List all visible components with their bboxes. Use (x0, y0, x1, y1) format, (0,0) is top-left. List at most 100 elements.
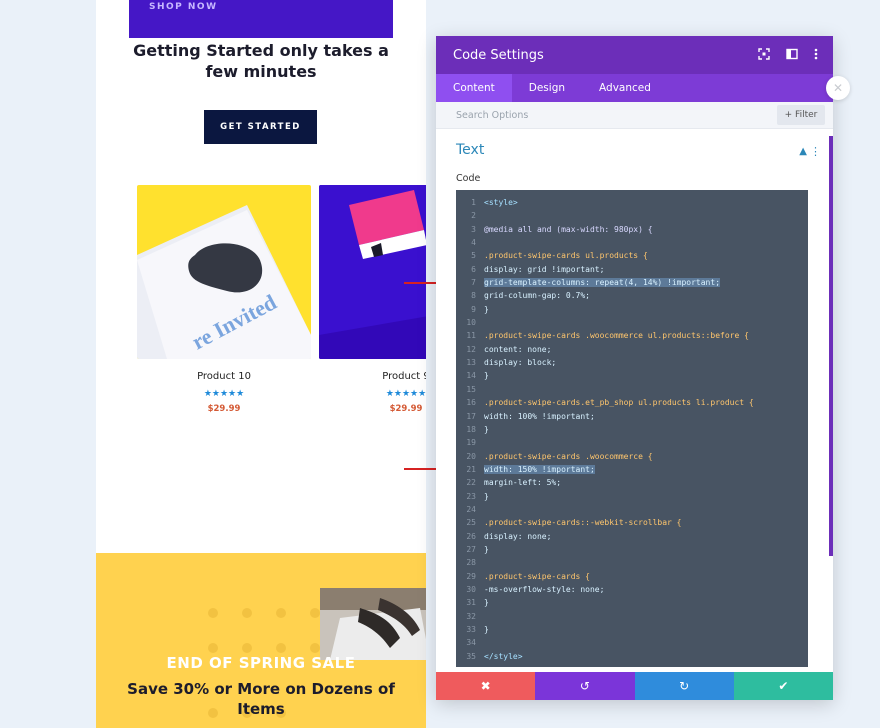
chevron-up-icon[interactable]: ▲ (799, 146, 807, 157)
code-line[interactable]: 1 <style> (456, 196, 808, 209)
code-text: .product-swipe-cards ul.products { (484, 251, 648, 261)
line-number: 3 (471, 224, 476, 234)
product-image[interactable] (319, 185, 426, 359)
code-text: } (484, 424, 489, 434)
code-line[interactable]: 6 display: grid !important; (456, 263, 808, 276)
code-line[interactable]: 15 (456, 383, 808, 396)
modal-footer: ✖ ↺ ↻ ✔ (436, 672, 833, 700)
product-image[interactable]: re Invited (137, 185, 311, 359)
code-line[interactable]: 29 .product-swipe-cards { (456, 570, 808, 583)
code-line[interactable]: 17 width: 100% !important; (456, 410, 808, 423)
code-line[interactable]: 24 (456, 503, 808, 516)
code-line[interactable]: 10 (456, 316, 808, 329)
line-number: 1 (471, 198, 476, 207)
split-view-icon[interactable] (786, 48, 798, 62)
invitation-illustration: re Invited (137, 205, 311, 359)
undo-button[interactable]: ↺ (535, 672, 635, 700)
line-number: 15 (466, 384, 476, 394)
product-name[interactable]: Product 10 (137, 371, 311, 382)
line-number: 29 (466, 571, 476, 581)
code-text: @media all and (max-width: 980px) { (484, 224, 653, 234)
shop-now-banner[interactable]: SHOP NOW (129, 0, 393, 38)
code-line[interactable]: 2 (456, 209, 808, 222)
product-card[interactable]: Product 9 ★★★★★ $29.99 (319, 185, 426, 414)
business-card-illustration (319, 185, 426, 359)
page-preview: SHOP NOW Getting Started only takes a fe… (96, 0, 426, 728)
line-number: 25 (466, 518, 476, 528)
code-line[interactable]: 18} (456, 423, 808, 436)
decor-dot (208, 643, 218, 653)
code-line[interactable]: 25 .product-swipe-cards::-webkit-scrollba… (456, 516, 808, 529)
code-line[interactable]: 33} (456, 623, 808, 636)
code-line[interactable]: 23} (456, 490, 808, 503)
line-number: 24 (466, 504, 476, 514)
code-line[interactable]: 20 .product-swipe-cards .woocommerce { (456, 450, 808, 463)
code-line[interactable]: 21 width: 150% !important; (456, 463, 808, 476)
line-number: 9 (471, 304, 476, 314)
code-text: <style> (484, 198, 518, 207)
line-number: 8 (471, 291, 476, 301)
sale-subtitle: Save 30% or More on Dozens of Items (127, 680, 395, 718)
code-field-label: Code (456, 173, 481, 184)
tab-design[interactable]: Design (512, 74, 582, 102)
tab-content[interactable]: Content (436, 74, 512, 102)
star-rating: ★★★★★ (203, 389, 245, 399)
product-card[interactable]: re Invited Product 10 ★★★★★ $29.99 (137, 185, 311, 414)
code-line[interactable]: 11 .product-swipe-cards .woocommerce ul.p… (456, 329, 808, 342)
line-number: 20 (466, 451, 476, 461)
code-line[interactable]: 12 content: none; (456, 343, 808, 356)
code-line[interactable]: 30 -ms-overflow-style: none; (456, 583, 808, 596)
text-section-title[interactable]: Text (456, 142, 484, 158)
line-number: 30 (466, 584, 476, 594)
product-name[interactable]: Product 9 (319, 371, 426, 382)
code-line[interactable]: 13 display: block; (456, 356, 808, 369)
expand-icon[interactable] (758, 48, 770, 62)
search-options-input[interactable] (444, 106, 744, 125)
line-number: 21 (466, 464, 476, 474)
redo-button[interactable]: ↻ (634, 672, 734, 700)
code-line[interactable]: 35 </style> (456, 650, 808, 663)
line-number: 11 (466, 331, 476, 341)
sale-section: END OF SPRING SALE Save 30% or More on D… (96, 553, 426, 728)
code-line[interactable]: 19 (456, 436, 808, 449)
code-text: } (484, 598, 489, 608)
code-line[interactable]: 27} (456, 543, 808, 556)
line-number: 19 (466, 438, 476, 448)
line-number: 14 (466, 371, 476, 381)
code-line[interactable]: 28 (456, 556, 808, 569)
code-text: </style> (484, 651, 523, 661)
code-text: width: 150% !important; (484, 464, 595, 474)
sale-title: END OF SPRING SALE (166, 654, 356, 672)
code-line[interactable]: 26 display: none; (456, 530, 808, 543)
code-line[interactable]: 8 grid-column-gap: 0.7%; (456, 289, 808, 302)
get-started-button[interactable]: GET STARTED (204, 110, 317, 144)
save-button[interactable]: ✔ (733, 672, 833, 700)
code-line[interactable]: 22 margin-left: 5%; (456, 476, 808, 489)
code-line[interactable]: 3 @media all and (max-width: 980px) { (456, 223, 808, 236)
code-settings-modal: Code Settings Content Design Advanced + … (436, 36, 833, 700)
code-line[interactable]: 31} (456, 596, 808, 609)
section-more-icon[interactable]: ⋮ (810, 145, 821, 158)
code-text: display: block; (484, 358, 557, 368)
line-number: 31 (466, 598, 476, 608)
product-price: $29.99 (207, 404, 241, 414)
code-line[interactable]: 34 (456, 636, 808, 649)
decor-dot (276, 643, 286, 653)
code-editor[interactable]: 1 <style> 2 3 @media all and (max-width: 980… (456, 190, 808, 667)
discard-button[interactable]: ✖ (436, 672, 536, 700)
modal-scrollbar[interactable] (829, 136, 833, 556)
filter-button[interactable]: + Filter (777, 105, 825, 125)
line-number: 6 (471, 264, 476, 274)
code-line[interactable]: 32 (456, 610, 808, 623)
decor-dot (310, 608, 320, 618)
code-line[interactable]: 5 .product-swipe-cards ul.products { (456, 249, 808, 262)
close-icon[interactable]: ✕ (826, 76, 850, 100)
code-line[interactable]: 7 grid-template-columns: repeat(4, 14%) !… (456, 276, 808, 289)
code-line[interactable]: 14} (456, 369, 808, 382)
tab-advanced[interactable]: Advanced (582, 74, 668, 102)
more-options-icon[interactable] (810, 48, 822, 62)
shop-now-link[interactable]: SHOP NOW (149, 2, 218, 12)
code-line[interactable]: 16 .product-swipe-cards.et_pb_shop ul.pro… (456, 396, 808, 409)
code-line[interactable]: 9} (456, 303, 808, 316)
code-line[interactable]: 4 (456, 236, 808, 249)
